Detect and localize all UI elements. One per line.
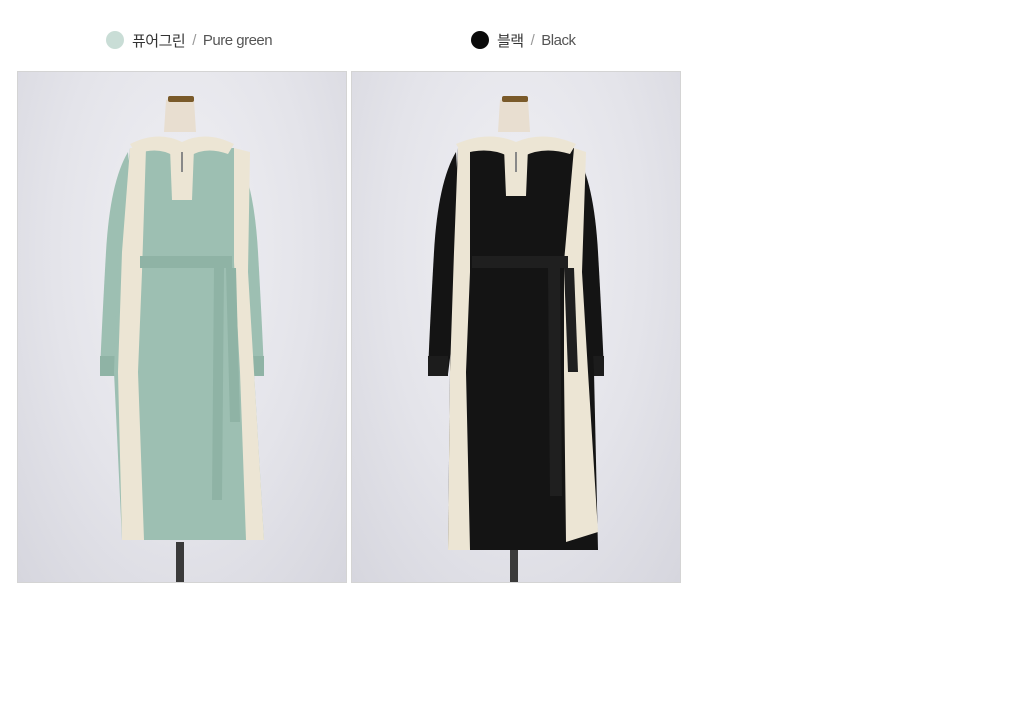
product-photo-pure-green[interactable] <box>17 71 347 583</box>
product-photo-black[interactable] <box>351 71 681 583</box>
dress-illustration <box>100 96 264 582</box>
color-name-english: Pure green <box>202 31 273 49</box>
color-name-korean: 블랙 <box>497 32 524 50</box>
pure-green-swatch-icon <box>106 31 124 49</box>
color-option-black[interactable]: 블랙 / Black <box>471 30 576 50</box>
label-separator: / <box>192 31 196 49</box>
label-separator: / <box>530 31 535 49</box>
color-option-pure-green[interactable]: 퓨어그린 / Pure green <box>106 30 273 50</box>
black-swatch-icon <box>471 31 489 49</box>
dress-illustration <box>428 96 604 582</box>
color-name-english: Black <box>541 31 576 49</box>
color-name-korean: 퓨어그린 <box>132 32 186 50</box>
